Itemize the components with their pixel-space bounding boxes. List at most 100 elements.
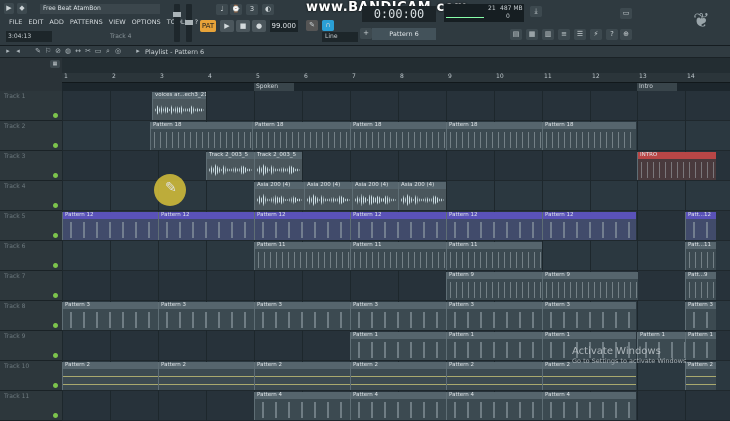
record-button[interactable]: ● [252,20,266,32]
menu-edit[interactable]: EDIT [25,17,46,27]
track-lane[interactable]: Pattern 2 Pattern 2 Pattern 2 Pattern 2 Patt… [62,361,730,391]
menu-patterns[interactable]: PATTERNS [67,17,106,27]
track-mute-led[interactable] [53,173,58,178]
countdown-icon[interactable]: 3 [246,4,258,15]
picker-icon[interactable]: ▦ [50,60,60,68]
track-mute-led[interactable] [53,353,58,358]
ruler-overview[interactable] [62,58,730,73]
tempo-display[interactable]: 99.000 [270,20,298,32]
playlist-clip[interactable]: Pattern 12 [62,212,158,240]
playlist-clip[interactable]: Pattern 2 [542,362,636,390]
marker-spoken[interactable]: Spoken [254,83,294,91]
menu-file[interactable]: FILE [6,17,25,27]
track-header[interactable]: Track 1 [0,91,62,121]
add-pattern-icon[interactable]: + [360,28,372,39]
playlist-clip[interactable]: Patt...9 [685,272,716,300]
slice-tool-icon[interactable]: ✂ [84,47,92,56]
playlist-clip[interactable]: Pattern 9 [542,272,638,300]
playlist-clip[interactable]: Pattern 2 [254,362,350,390]
timeline-ruler[interactable]: 1 2 3 4 5 6 7 8 9 10 11 12 13 14 [62,73,730,83]
playlist-clip[interactable]: Pattern 2 [685,362,716,390]
track-lane[interactable]: voices ar...ech3_21 [62,91,730,121]
pencil-icon[interactable]: ✎ [306,20,318,31]
channel-rack-icon[interactable]: ▥ [542,29,554,40]
playlist-clip[interactable]: Pattern 2 [158,362,254,390]
playlist-clip[interactable]: Pattern 2 [62,362,158,390]
playlist-clip[interactable]: Pattern 12 [350,212,446,240]
playlist-clip[interactable]: Pattern 3 [62,302,158,330]
track-mute-led[interactable] [53,323,58,328]
playlist-clip[interactable]: voices ar...ech3_21 [152,92,206,120]
master-volume-slider[interactable] [173,4,181,42]
snap-magnet-icon[interactable]: ∩ [322,20,334,31]
help-icon[interactable]: ? [606,29,618,40]
playlist-clip[interactable]: INTRO [637,152,716,180]
playlist-clip[interactable]: Pattern 3 [446,302,542,330]
draw-tool-icon[interactable]: ✎ [34,47,42,56]
playlist-clip[interactable]: Pattern 1 [446,332,542,360]
track-mute-led[interactable] [53,293,58,298]
zoom-tool-icon[interactable]: ⌕ [104,47,112,56]
playlist-clip[interactable]: Pattern 3 [158,302,254,330]
playlist-clip[interactable]: Pattern 12 [446,212,542,240]
mute-tool-icon[interactable]: ◍ [64,47,72,56]
marker-intro[interactable]: Intro [637,83,677,91]
playlist-icon[interactable]: ▤ [510,29,522,40]
track-header[interactable]: Track 3 [0,151,62,181]
playlist-clip[interactable]: Pattern 18 [350,122,446,150]
playlist-clip[interactable]: Pattern 18 [542,122,636,150]
playlist-clip[interactable]: Asia 200 (4) [304,182,352,210]
track-mute-led[interactable] [53,233,58,238]
track-header[interactable]: Track 10 [0,361,62,391]
playlist-clip[interactable]: Pattern 11 [350,242,446,270]
playlist-clip[interactable]: Asia 200 (4) [254,182,304,210]
track-mute-led[interactable] [53,143,58,148]
play-icon[interactable]: ▶ [4,3,14,14]
playlist-clip[interactable]: Pattern 18 [446,122,542,150]
playlist-clip[interactable]: Pattern 12 [254,212,350,240]
menu-options[interactable]: OPTIONS [129,17,164,27]
mixer-icon[interactable]: ≡ [558,29,570,40]
playlist-clip[interactable]: Pattern 3 [542,302,636,330]
playlist-clip[interactable]: Asia 200 (4) [398,182,446,210]
playlist-clip[interactable]: Pattern 3 [254,302,350,330]
online-icon[interactable]: ⊕ [620,29,632,40]
track-mute-led[interactable] [53,383,58,388]
wait-icon[interactable]: ⌚ [230,4,242,15]
playlist-clip[interactable]: Pattern 12 [158,212,254,240]
paint-tool-icon[interactable]: ⚐ [44,47,52,56]
track-lane[interactable]: Pattern 4 Pattern 4 Pattern 4 Pattern 4 [62,391,730,421]
menu-arrow-icon[interactable]: ▸ [4,47,12,56]
playlist-clip[interactable]: Track 2_003_5 [254,152,302,180]
track-lane[interactable]: Pattern 9 Pattern 9 Patt...9 [62,271,730,301]
playlist-clip[interactable]: Track 2_003_5 [206,152,254,180]
playback-tool-icon[interactable]: ◎ [114,47,122,56]
stop-button[interactable]: ■ [236,20,250,32]
window-menu-icon[interactable]: ▭ [620,8,632,19]
snap-icon[interactable]: ◂ [14,47,22,56]
track-header[interactable]: Track 2 [0,121,62,151]
playlist-clip[interactable]: Pattern 18 [150,122,252,150]
track-mute-led[interactable] [53,413,58,418]
plugin-icon[interactable]: ⚡ [590,29,602,40]
menu-view[interactable]: VIEW [106,17,129,27]
piano-roll-icon[interactable]: ▦ [526,29,538,40]
playlist-clip[interactable]: Pattern 18 [252,122,350,150]
track-header[interactable]: Track 9 [0,331,62,361]
track-header[interactable]: Track 4 [0,181,62,211]
browser-icon[interactable]: ☰ [574,29,586,40]
playlist-clip[interactable]: Pattern 1 [685,332,716,360]
playlist-clip[interactable]: Pattern 4 [254,392,350,420]
track-lane[interactable]: Pattern 12 Pattern 12 Pattern 12 Pattern 12… [62,211,730,241]
track-mute-led[interactable] [53,203,58,208]
delete-tool-icon[interactable]: ⊘ [54,47,62,56]
track-header[interactable]: Track 5 [0,211,62,241]
pattern-selector[interactable]: Pattern 6 [372,28,436,40]
track-header[interactable]: Track 7 [0,271,62,301]
playlist-clip[interactable]: Asia 200 (4) [352,182,398,210]
playlist-clip[interactable]: Pattern 4 [446,392,542,420]
track-header[interactable]: Track 11 [0,391,62,421]
select-tool-icon[interactable]: ▭ [94,47,102,56]
playlist-clip[interactable]: Pattern 11 [254,242,350,270]
track-header[interactable]: Track 6 [0,241,62,271]
